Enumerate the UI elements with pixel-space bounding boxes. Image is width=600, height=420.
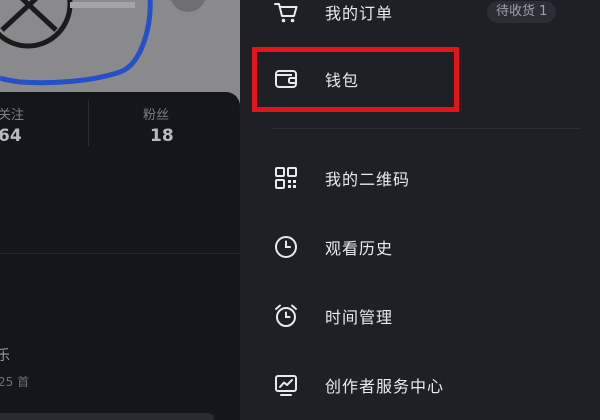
followers-label: 粉丝 [143,108,170,123]
profile-page-dimmed: 关注 64 粉丝 18 乐 25 首 [0,0,240,420]
menu-item-qr-code[interactable]: 我的二维码 [240,155,600,201]
section-divider [0,253,240,254]
qr-code-icon [272,164,300,192]
menu-label-time-management: 时间管理 [325,308,394,327]
following-label: 关注 [0,108,25,123]
music-count: 25 首 [0,375,30,389]
chart-monitor-icon [272,371,300,399]
menu-label-watch-history: 观看历史 [325,239,394,258]
wallet-highlight-box [252,47,459,112]
cart-icon [272,0,300,26]
menu-label-qr-code: 我的二维码 [325,170,411,189]
menu-item-time-management[interactable]: 时间管理 [240,293,600,339]
menu-item-watch-history[interactable]: 观看历史 [240,224,600,270]
menu-label-creator-center: 创作者服务中心 [325,377,445,396]
profile-panel [0,92,240,420]
pending-delivery-badge: 待收货 1 [487,1,557,23]
menu-item-orders[interactable]: 我的订单 待收货 1 [240,0,600,35]
menu-label-orders: 我的订单 [325,4,394,23]
followers-count[interactable]: 18 [150,126,174,146]
clock-icon [272,233,300,261]
bottom-bar [0,413,214,420]
stat-divider [88,100,89,146]
menu-divider [272,128,580,129]
following-count[interactable]: 64 [0,126,22,146]
music-title[interactable]: 乐 [0,345,10,365]
alarm-clock-icon [272,302,300,330]
menu-item-creator-center[interactable]: 创作者服务中心 [240,362,600,408]
